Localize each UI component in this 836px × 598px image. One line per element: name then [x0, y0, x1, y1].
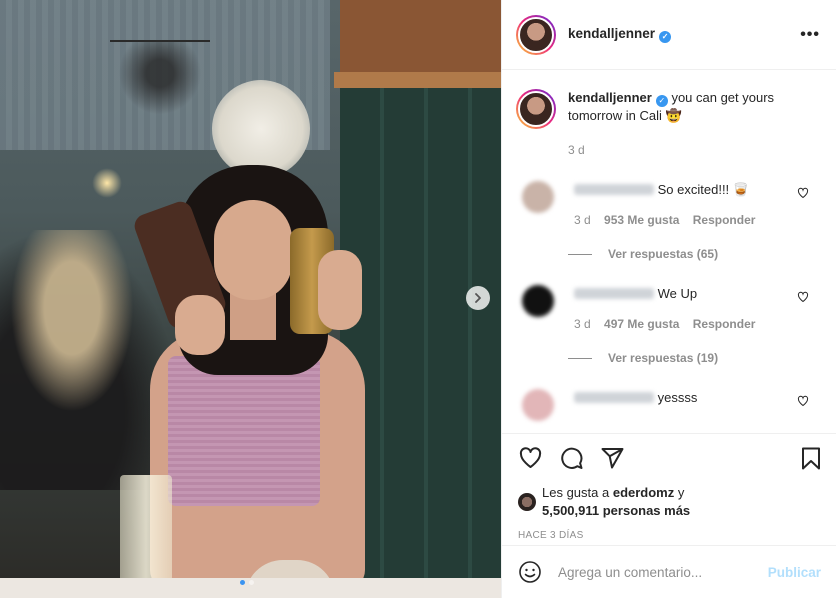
comment-icon[interactable] — [559, 446, 584, 470]
comment-time[interactable]: 3 d — [574, 317, 591, 331]
replies-divider — [568, 357, 592, 359]
likes-text: Les gusta a ederdomz y 5,500,911 persona… — [542, 484, 690, 520]
comment-item: We Up 3 d 497 Me gusta Responder — [516, 285, 821, 331]
comment-heart-icon[interactable] — [797, 187, 809, 199]
carousel-dot — [249, 580, 254, 585]
photo-hand-right — [318, 250, 362, 330]
emoji-icon[interactable] — [518, 560, 542, 584]
likes-connector: y — [677, 485, 685, 500]
photo-lamp — [212, 80, 310, 178]
comment-text: yessss — [657, 390, 698, 405]
liker-avatar[interactable] — [518, 493, 536, 511]
likes-summary: Les gusta a ederdomz y 5,500,911 persona… — [518, 484, 823, 520]
reply-button[interactable]: Responder — [693, 213, 756, 227]
photo-crop-top — [168, 356, 320, 506]
comment-body: We Up 3 d 497 Me gusta Responder — [574, 285, 784, 331]
verified-badge-icon: ✓ — [655, 95, 668, 107]
comment-avatar[interactable] — [522, 285, 554, 317]
post-caption: kendalljenner ✓ you can get yours tomorro… — [516, 89, 821, 129]
caption-emoji: 🤠 — [665, 108, 682, 123]
blurred-username[interactable] — [574, 392, 654, 403]
post-photo[interactable] — [0, 0, 501, 598]
next-photo-button[interactable] — [466, 286, 490, 310]
comment-time[interactable]: 3 d — [574, 213, 591, 227]
photo-light — [92, 168, 122, 198]
comment-likes[interactable]: 953 Me gusta — [604, 213, 679, 227]
comment-body: yessss — [574, 389, 784, 421]
liker-username[interactable]: ederdomz — [613, 485, 674, 500]
view-replies-label[interactable]: Ver respuestas (65) — [608, 247, 718, 261]
blurred-username[interactable] — [574, 288, 654, 299]
publish-button[interactable]: Publicar — [768, 565, 821, 580]
photo-person-face — [214, 200, 292, 300]
view-replies-button[interactable]: Ver respuestas (19) — [568, 351, 821, 365]
heart-icon[interactable] — [518, 446, 543, 470]
more-icon[interactable]: ••• — [800, 26, 820, 44]
comment-likes[interactable]: 497 Me gusta — [604, 317, 679, 331]
share-icon[interactable] — [600, 446, 625, 470]
comment-item: So excited!!! 🥃 3 d 953 Me gusta Respond… — [516, 181, 821, 227]
author-username[interactable]: kendalljenner ✓ — [568, 26, 672, 43]
likes-prefix: Les gusta a — [542, 485, 610, 500]
comment-input[interactable] — [558, 564, 748, 580]
replies-divider — [568, 253, 592, 255]
caption-username[interactable]: kendalljenner — [568, 90, 652, 105]
view-replies-button[interactable]: Ver respuestas (65) — [568, 247, 821, 261]
comment-emoji: 🥃 — [732, 182, 749, 197]
author-avatar[interactable] — [516, 14, 556, 55]
comment-line: We Up — [574, 285, 784, 303]
comments-list[interactable]: kendalljenner ✓ you can get yours tomorro… — [502, 71, 836, 433]
reply-button[interactable]: Responder — [693, 317, 756, 331]
comment-avatar[interactable] — [522, 389, 554, 421]
photo-wall-trim — [334, 72, 501, 88]
comment-item: yessss — [516, 389, 821, 421]
post-side-panel: kendalljenner ✓ ••• kendalljenner ✓ you ca… — [501, 0, 836, 598]
action-icons-row — [518, 444, 823, 472]
post-timestamp[interactable]: HACE 3 DÍAS — [518, 530, 823, 541]
comment-meta: 3 d 953 Me gusta Responder — [574, 213, 784, 227]
view-replies-label[interactable]: Ver respuestas (19) — [608, 351, 718, 365]
likes-others[interactable]: 5,500,911 personas más — [542, 503, 690, 518]
photo-wall-wood — [340, 0, 501, 80]
comment-line: yessss — [574, 389, 784, 407]
carousel-dots — [240, 580, 254, 585]
caption-time[interactable]: 3 d — [568, 143, 821, 157]
comment-composer: Publicar — [502, 545, 836, 598]
comment-body: So excited!!! 🥃 3 d 953 Me gusta Respond… — [574, 181, 784, 227]
comment-text: So excited!!! — [657, 182, 730, 197]
blurred-username[interactable] — [574, 184, 654, 195]
comment-meta: 3 d 497 Me gusta Responder — [574, 317, 784, 331]
photo-hand-left — [175, 295, 225, 355]
chevron-right-icon — [475, 293, 481, 303]
comment-line: So excited!!! 🥃 — [574, 181, 784, 199]
comment-text: We Up — [657, 286, 698, 301]
author-username-text[interactable]: kendalljenner — [568, 26, 655, 41]
caption-text-block: kendalljenner ✓ you can get yours tomorro… — [568, 89, 798, 129]
carousel-dot-active — [240, 580, 245, 585]
post-header: kendalljenner ✓ ••• — [502, 0, 836, 70]
caption-avatar[interactable] — [516, 89, 556, 129]
verified-badge-icon: ✓ — [659, 31, 672, 43]
comment-heart-icon[interactable] — [797, 395, 809, 407]
bookmark-icon[interactable] — [799, 446, 823, 471]
comment-heart-icon[interactable] — [797, 291, 809, 303]
post-actions: Les gusta a ederdomz y 5,500,911 persona… — [502, 433, 836, 541]
comment-avatar[interactable] — [522, 181, 554, 213]
